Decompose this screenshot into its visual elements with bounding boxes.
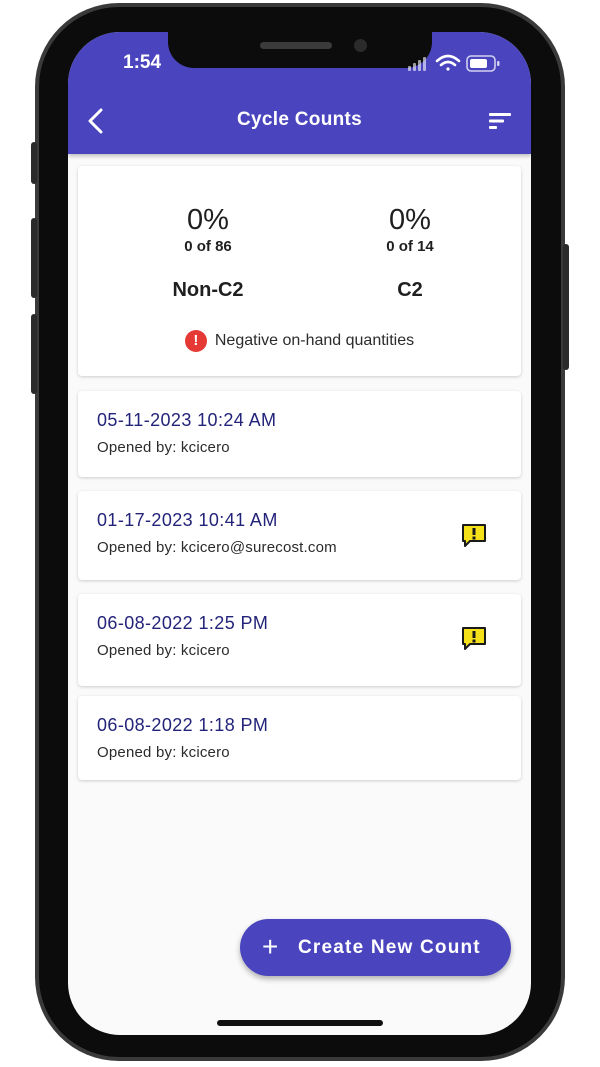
volume-down-button — [31, 314, 37, 394]
volume-up-button — [31, 218, 37, 298]
count-date: 05-11-2023 10:24 AM — [97, 410, 277, 430]
notch — [168, 32, 432, 68]
count-opened-by: Opened by: kcicero — [97, 439, 230, 456]
count-opened-by: Opened by: kcicero — [97, 744, 230, 761]
non-c2-percent: 0% — [187, 204, 229, 236]
c2-label: C2 — [397, 279, 423, 301]
plus-icon: + — [262, 931, 279, 962]
app-bar: 1:54 Cycle Counts — [68, 32, 531, 154]
non-c2-fraction: 0 of 86 — [184, 238, 232, 255]
front-camera — [354, 39, 367, 52]
count-row[interactable]: 06-08-2022 1:18 PM Opened by: kcicero — [78, 696, 521, 780]
warning-text: Negative on-hand quantities — [214, 332, 415, 349]
count-row[interactable]: 01-17-2023 10:41 AM Opened by: kcicero@s… — [78, 491, 521, 580]
error-icon: ! — [184, 330, 207, 352]
signal-icon — [408, 57, 426, 71]
warning-flag-icon — [462, 627, 486, 650]
count-opened-by: Opened by: kcicero — [97, 642, 230, 659]
opened-by-text: Opened by: kcicero — [97, 744, 230, 761]
non-c2-label: Non-C2 — [172, 279, 244, 301]
opened-by-text: Opened by: kcicero@surecost.com — [97, 539, 337, 556]
count-date: 06-08-2022 1:18 PM — [97, 715, 269, 735]
power-button — [563, 244, 569, 370]
count-row[interactable]: 05-11-2023 10:24 AM Opened by: kcicero — [78, 391, 521, 477]
opened-by-text: Opened by: kcicero — [97, 642, 230, 659]
speaker-grille — [260, 42, 332, 49]
non-c2-stat: 0% 0 of 86 Non-C2 — [128, 204, 288, 302]
c2-percent: 0% — [389, 204, 431, 236]
app-screen: 1:54 Cycle Counts 0% 0 of 86 Non-C2 0% 0… — [68, 32, 531, 1035]
count-date: 01-17-2023 10:41 AM — [97, 510, 278, 530]
page-title: Cycle Counts — [236, 109, 362, 130]
summary-card: 0% 0 of 86 Non-C2 0% 0 of 14 C2 ! Negativ… — [78, 166, 521, 376]
c2-fraction: 0 of 14 — [386, 238, 434, 255]
status-time: 1:54 — [123, 52, 162, 73]
count-opened-by: Opened by: kcicero@surecost.com — [97, 539, 337, 556]
create-new-count-label: Create New Count — [298, 937, 481, 958]
sort-icon[interactable] — [486, 110, 514, 132]
c2-stat: 0% 0 of 14 C2 — [330, 204, 490, 302]
home-indicator — [217, 1020, 383, 1026]
battery-icon — [466, 55, 500, 72]
negative-quantity-warning: ! Negative on-hand quantities — [78, 330, 521, 352]
silent-switch — [31, 142, 37, 184]
warning-flag-icon — [462, 524, 486, 547]
count-row[interactable]: 06-08-2022 1:25 PM Opened by: kcicero — [78, 594, 521, 686]
wifi-icon — [435, 54, 461, 71]
opened-by-text: Opened by: kcicero — [97, 439, 230, 456]
status-icons — [408, 54, 500, 72]
create-new-count-button[interactable]: + Create New Count — [240, 919, 511, 976]
count-date: 06-08-2022 1:25 PM — [97, 613, 269, 633]
